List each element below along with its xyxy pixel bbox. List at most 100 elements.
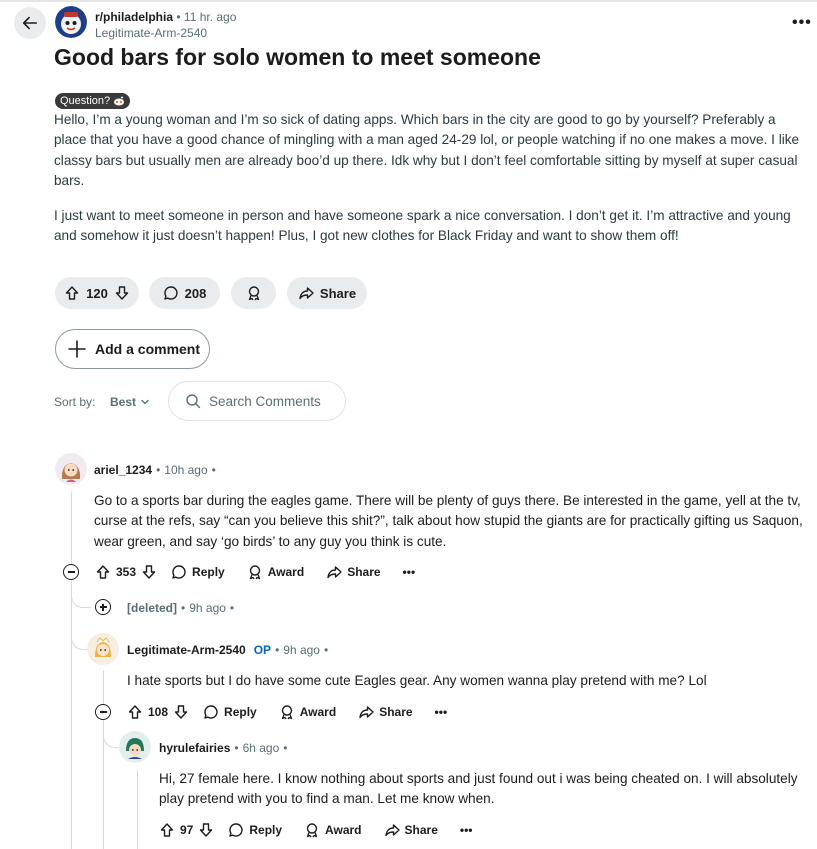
reply-label: Reply: [192, 565, 225, 579]
comment-time: 10h ago: [164, 463, 208, 477]
comment-header: hyrulefairies • 6h ago •: [159, 741, 288, 755]
back-button[interactable]: [14, 7, 46, 39]
comment-icon: [163, 286, 178, 300]
thread-line: [103, 670, 104, 704]
comment-text: Go to a sports bar during the eagles gam…: [94, 493, 803, 549]
more-options-icon[interactable]: •••: [460, 823, 473, 837]
upvote-icon[interactable]: [64, 285, 80, 301]
downvote-icon[interactable]: [198, 822, 214, 838]
post-share-label: Share: [319, 285, 357, 301]
post-time: 11 hr. ago: [183, 10, 237, 24]
flair-label: Question?: [60, 95, 111, 107]
comment-time: 6h ago: [242, 741, 280, 755]
reply-button[interactable]: Reply: [228, 822, 282, 838]
share-label: Share: [404, 823, 438, 837]
award-icon: [306, 823, 318, 838]
downvote-icon[interactable]: [141, 564, 157, 580]
add-comment-button[interactable]: Add a comment: [55, 329, 210, 369]
share-button[interactable]: Share: [384, 822, 438, 838]
post-title: Good bars for solo women to meet someone: [54, 44, 541, 70]
comment-time: 9h ago: [189, 601, 226, 615]
thread-line: [137, 770, 138, 849]
comment-vote-count: 353: [116, 565, 137, 579]
comment-actions: 108 Reply Award Share •••: [127, 700, 447, 724]
post-comments-button[interactable]: 208: [149, 277, 220, 309]
comment-vote-count: 108: [148, 705, 169, 719]
award-label: Award: [325, 823, 362, 837]
award-label: Award: [267, 565, 305, 579]
comment-icon: [229, 823, 243, 837]
comment-text: Hi, 27 female here. I know nothing about…: [159, 771, 798, 807]
reply-button[interactable]: Reply: [203, 704, 257, 720]
comment-icon: [172, 565, 186, 579]
award-button[interactable]: Award: [247, 564, 304, 580]
subreddit-name[interactable]: r/philadelphia: [95, 10, 173, 24]
post-vote-count: 120: [86, 285, 108, 301]
post-body-paragraph-2: I just want to meet someone in person an…: [54, 208, 791, 244]
post-body-paragraph-1: Hello, I’m a young woman and I’m so sick…: [54, 112, 800, 188]
post-share-button[interactable]: Share: [287, 277, 367, 309]
comment-header: Legitimate-Arm-2540 OP • 9h ago •: [127, 643, 329, 657]
search-icon: [186, 394, 201, 409]
post-meta: r/philadelphia • 11 hr. ago: [95, 10, 237, 24]
upvote-icon[interactable]: [159, 822, 175, 838]
plus-icon: [68, 340, 86, 358]
comment-actions: 97 Reply Award Share •••: [159, 818, 472, 842]
reply-button[interactable]: Reply: [171, 564, 225, 580]
reply-label: Reply: [249, 823, 283, 837]
comment-text: I hate sports but I do have some cute Ea…: [127, 673, 707, 688]
post-comment-count: 208: [184, 285, 207, 301]
reply-label: Reply: [224, 705, 257, 719]
sort-label: Sort by:: [54, 395, 96, 409]
comment-icon: [204, 705, 218, 719]
op-badge: OP: [253, 643, 272, 657]
upvote-icon[interactable]: [95, 564, 111, 580]
thread-elbow: [71, 580, 91, 608]
post-award-button[interactable]: [231, 277, 276, 309]
comment-actions: 353 Reply Award Share •••: [95, 560, 415, 584]
add-comment-label: Add a comment: [95, 341, 201, 357]
comment-time: 9h ago: [283, 643, 320, 657]
comment-author: [deleted]: [127, 601, 178, 615]
award-button[interactable]: Award: [304, 822, 362, 838]
comment-author[interactable]: hyrulefairies: [159, 741, 230, 755]
share-label: Share: [379, 705, 413, 719]
avatar[interactable]: [119, 731, 151, 763]
share-icon: [384, 824, 400, 837]
comment-vote-count: 97: [180, 823, 194, 837]
award-icon: [281, 705, 292, 720]
top-border: [0, 0, 817, 2]
comment-author[interactable]: Legitimate-Arm-2540: [127, 643, 246, 657]
comment-author[interactable]: ariel_1234: [94, 463, 152, 477]
sort-dropdown[interactable]: Best: [110, 395, 150, 409]
search-comments-box[interactable]: [168, 381, 346, 421]
comment-header: ariel_1234 • 10h ago •: [94, 463, 216, 477]
share-label: Share: [347, 565, 381, 579]
share-icon: [359, 706, 374, 719]
share-icon: [327, 566, 342, 579]
award-icon: [249, 565, 260, 580]
subreddit-avatar[interactable]: [55, 6, 87, 38]
thread-line: [71, 492, 72, 564]
collapse-thread-button[interactable]: [95, 704, 111, 720]
post-author[interactable]: Legitimate-Arm-2540: [95, 26, 207, 40]
expand-thread-button[interactable]: [95, 599, 111, 615]
more-options-icon[interactable]: •••: [403, 565, 416, 579]
upvote-icon[interactable]: [127, 704, 143, 720]
avatar[interactable]: [55, 453, 87, 485]
post-vote-pill: 120: [55, 277, 139, 309]
award-icon: [248, 286, 259, 301]
share-button[interactable]: Share: [326, 564, 381, 580]
downvote-icon[interactable]: [173, 704, 189, 720]
search-comments-input[interactable]: [209, 393, 339, 409]
post-flair[interactable]: Question?: [55, 93, 131, 109]
award-button[interactable]: Award: [279, 704, 336, 720]
sort-value: Best: [110, 395, 137, 409]
downvote-icon[interactable]: [114, 285, 130, 301]
share-button[interactable]: Share: [358, 704, 413, 720]
more-options-icon[interactable]: •••: [792, 14, 812, 32]
avatar[interactable]: [87, 633, 119, 665]
more-options-icon[interactable]: •••: [435, 705, 448, 719]
arrow-left-icon: [22, 16, 38, 30]
collapse-thread-button[interactable]: [63, 564, 79, 580]
